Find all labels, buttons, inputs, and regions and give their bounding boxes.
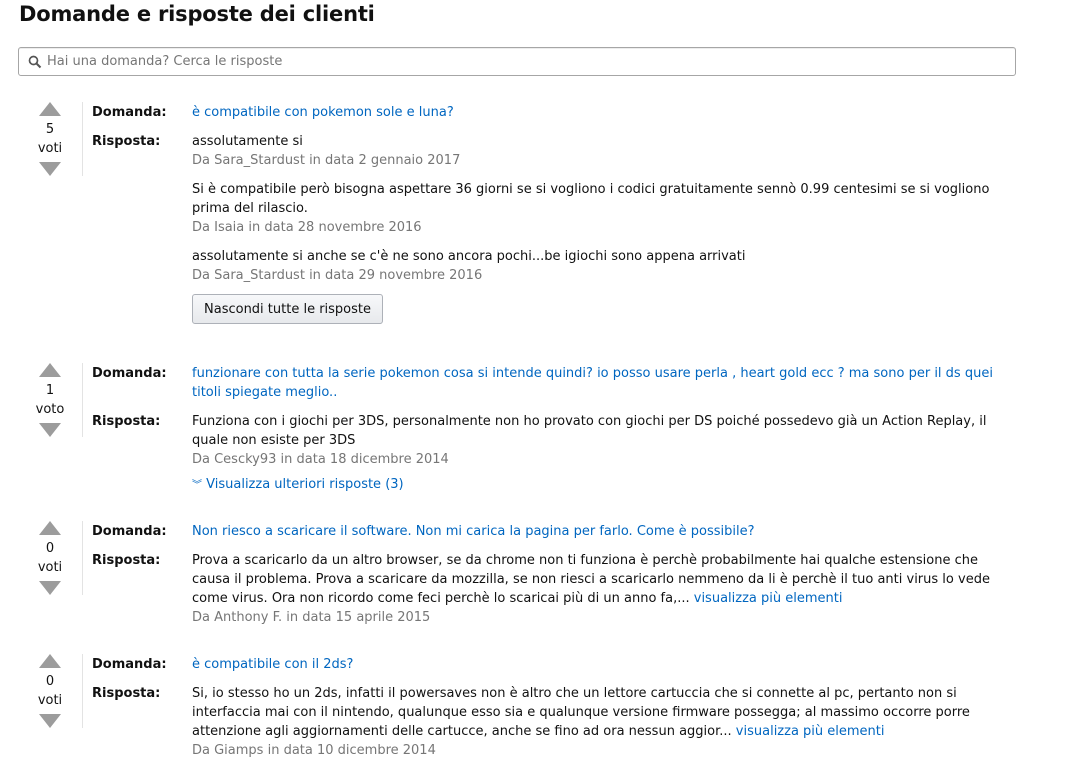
answer-text: Prova a scaricarlo da un altro browser, …: [192, 551, 1007, 608]
answer-meta: Da Cescky93 in data 18 dicembre 2014: [192, 452, 449, 467]
vote-widget: 0 voti: [30, 654, 70, 728]
vote-unit: voti: [37, 693, 63, 708]
question-link[interactable]: è compatibile con pokemon sole e luna?: [192, 103, 1022, 122]
answer-text: Si è compatibile però bisogna aspettare …: [192, 182, 990, 216]
vote-widget: 1 voto: [30, 363, 70, 437]
answer-text: assolutamente si anche se c'è ne sono an…: [192, 249, 746, 264]
question-link[interactable]: Non riesco a scaricare il software. Non …: [192, 522, 1022, 541]
answer-text: Funziona con i giochi per 3DS, personalm…: [192, 414, 987, 448]
vote-unit: voti: [37, 141, 63, 156]
search-input[interactable]: [47, 48, 1007, 75]
answer-meta: Da Giamps in data 10 dicembre 2014: [192, 743, 436, 758]
vote-up-icon[interactable]: [39, 102, 61, 116]
vote-down-icon[interactable]: [39, 581, 61, 595]
page-title: Domande e risposte dei clienti: [19, 2, 375, 26]
vote-unit: voti: [37, 560, 63, 575]
vote-unit: voto: [35, 402, 65, 417]
question-label: Domanda:: [92, 657, 167, 672]
search-box[interactable]: [18, 47, 1016, 76]
vote-down-icon[interactable]: [39, 162, 61, 176]
divider: [82, 102, 83, 176]
hide-answers-button[interactable]: Nascondi tutte le risposte: [192, 294, 384, 324]
question-label: Domanda:: [92, 524, 167, 539]
vote-up-icon[interactable]: [39, 363, 61, 377]
more-answers-label[interactable]: Visualizza ulteriori risposte (3): [206, 477, 403, 492]
question-label: Domanda:: [92, 105, 167, 120]
divider: [82, 521, 83, 595]
answer-label: Risposta:: [92, 134, 161, 149]
answer-label: Risposta:: [92, 414, 161, 429]
answer-meta: Da Isaia in data 28 novembre 2016: [192, 220, 422, 235]
answer-label: Risposta:: [92, 553, 161, 568]
search-icon: [28, 55, 42, 69]
vote-count: 0: [45, 541, 55, 556]
answer-label: Risposta:: [92, 686, 161, 701]
vote-up-icon[interactable]: [39, 521, 61, 535]
vote-widget: 5 voti: [30, 102, 70, 176]
question-link[interactable]: funzionare con tutta la serie pokemon co…: [192, 364, 1014, 402]
vote-count: 1: [45, 383, 55, 398]
question-link[interactable]: è compatibile con il 2ds?: [192, 655, 1022, 674]
vote-count: 5: [45, 122, 55, 137]
answer-meta: Da Sara_Stardust in data 2 gennaio 2017: [192, 153, 461, 168]
vote-down-icon[interactable]: [39, 714, 61, 728]
see-more-link[interactable]: visualizza più elementi: [694, 591, 843, 606]
question-label: Domanda:: [92, 366, 167, 381]
answer-text: assolutamente si: [192, 134, 303, 149]
answer-meta: Da Sara_Stardust in data 29 novembre 201…: [192, 268, 483, 283]
vote-up-icon[interactable]: [39, 654, 61, 668]
vote-down-icon[interactable]: [39, 423, 61, 437]
divider: [82, 363, 83, 437]
see-more-link[interactable]: visualizza più elementi: [736, 724, 885, 739]
divider: [82, 654, 83, 728]
answer-body: Prova a scaricarlo da un altro browser, …: [192, 553, 990, 606]
vote-widget: 0 voti: [30, 521, 70, 595]
answer-text: Si, io stesso ho un 2ds, infatti il powe…: [192, 684, 1007, 741]
double-chevron-down-icon: ︾: [192, 480, 202, 491]
answer-meta: Da Anthony F. in data 15 aprile 2015: [192, 610, 431, 625]
more-answers-link[interactable]: ︾ Visualizza ulteriori risposte (3): [192, 475, 1022, 495]
vote-count: 0: [45, 674, 55, 689]
